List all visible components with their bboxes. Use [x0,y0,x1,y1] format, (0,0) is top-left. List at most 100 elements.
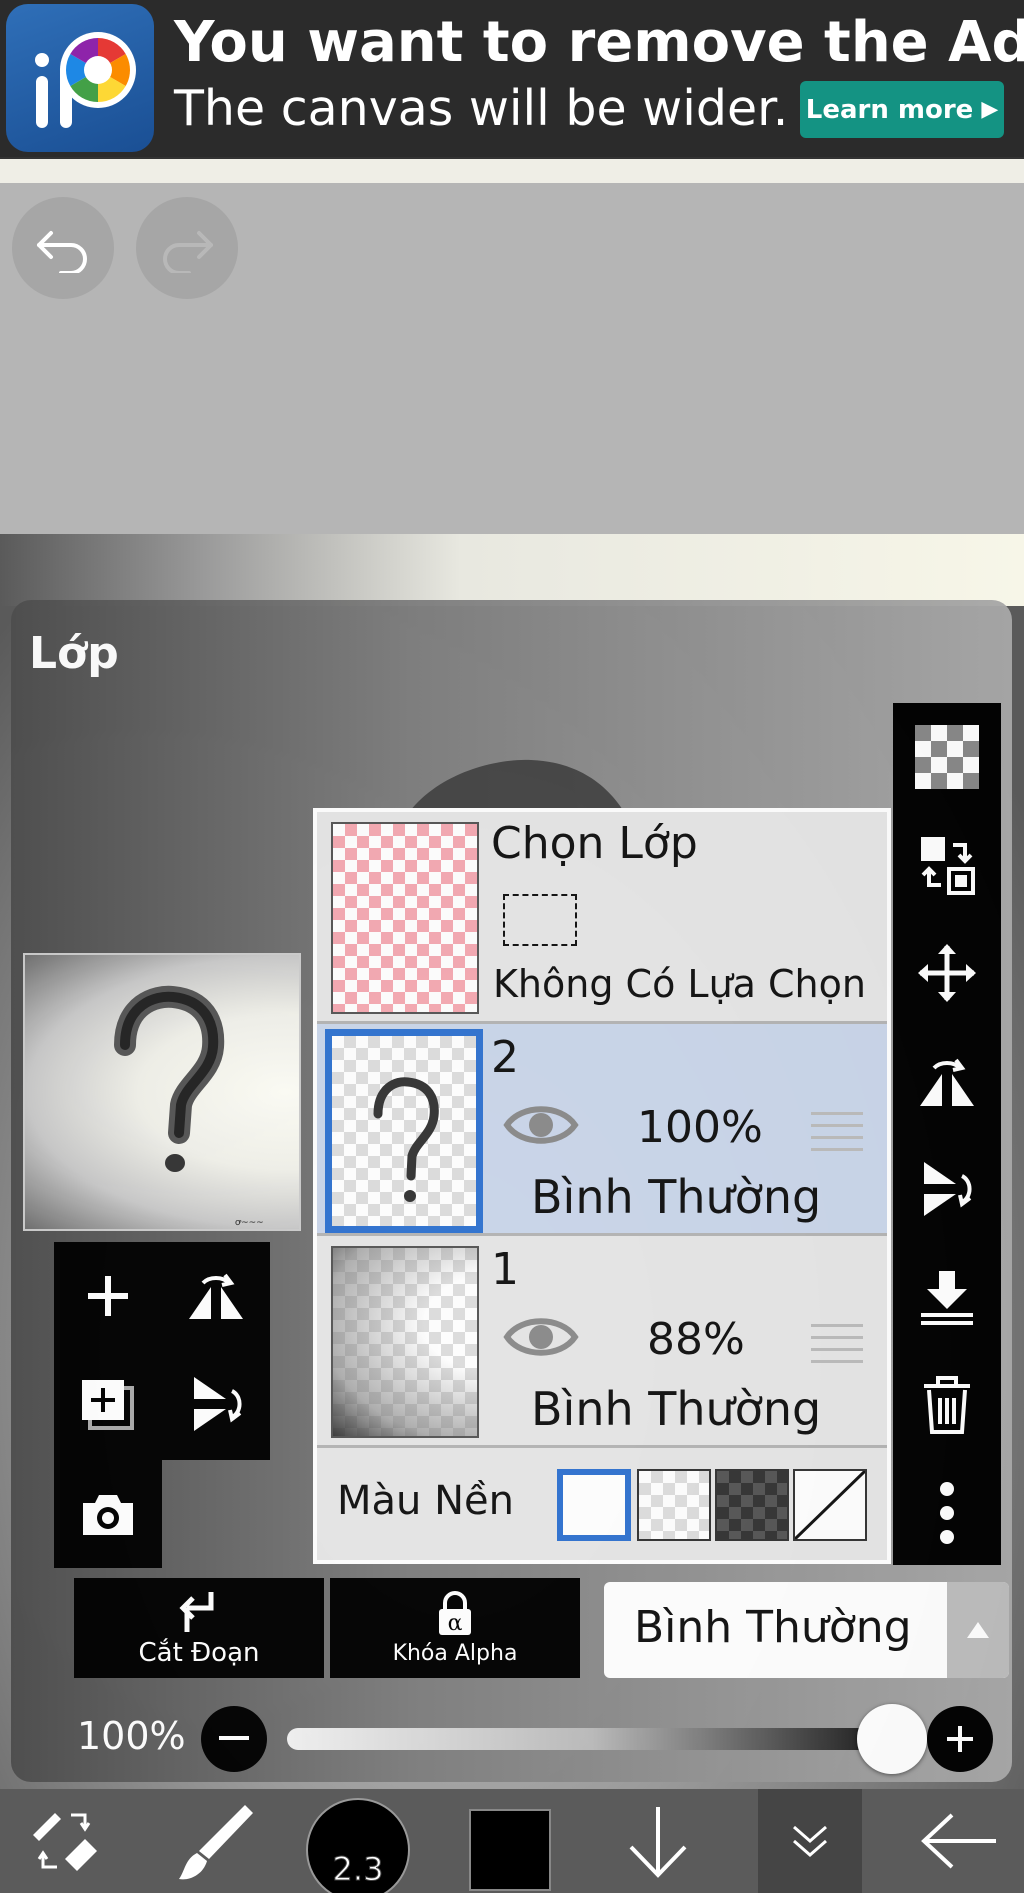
layer-2-name: 2 [491,1032,519,1083]
background-none-option[interactable] [793,1469,867,1541]
selection-thumbnail [331,822,479,1014]
opacity-decrease-button[interactable] [201,1706,267,1772]
layer-2-visibility-toggle[interactable] [503,1100,579,1154]
canvas-preview[interactable]: ꝍ~~~ [23,953,301,1231]
layer-row-2[interactable]: 2 100% Bình Thường [317,1024,887,1236]
move-button[interactable] [893,919,1001,1027]
selection-layer-title: Chọn Lớp [491,818,698,869]
background-dark-option[interactable] [715,1469,789,1541]
swap-layer-button[interactable] [893,811,1001,919]
layer-1-name: 1 [491,1244,519,1295]
trash-icon [924,1376,970,1434]
layer-2-thumbnail [325,1029,483,1233]
layer-2-opacity: 100% [637,1102,763,1153]
ad-title: You want to remove the Ad? [174,10,1024,75]
transparency-button[interactable] [893,703,1001,811]
flip-vertical-icon [924,1162,972,1216]
camera-icon [83,1495,133,1535]
opacity-slider-thumb[interactable] [857,1704,927,1774]
drag-handle-icon [811,1112,863,1151]
learn-more-label: Learn more [805,94,974,125]
more-options-button[interactable] [893,1459,1001,1567]
swap-icon [921,837,975,895]
pen-eraser-swap-icon [33,1813,97,1871]
blend-mode-select[interactable]: Bình Thường [604,1582,1009,1678]
question-mark-drawing: ꝍ~~~ [114,985,264,1228]
background-white-option[interactable] [557,1469,631,1541]
back-button[interactable] [900,1789,1020,1893]
layer-panel: Lớp ꝍ~~~ Chọn Lớp Không Có Lựa Chọn 2 10… [11,600,1012,1782]
checkerboard-icon [915,725,979,789]
plus-icon [947,1726,973,1752]
flip-canvas-vertical-button[interactable] [893,1135,1001,1243]
redo-icon [163,231,213,273]
clipping-arrow-icon [179,1592,214,1632]
merge-down-button[interactable] [893,1243,1001,1351]
undo-icon [37,231,87,273]
brush-size-value: 2.3 [332,1850,384,1889]
eye-icon [503,1318,579,1356]
layer-1-visibility-toggle[interactable] [503,1312,579,1366]
flip-vertical-button[interactable] [162,1350,270,1458]
background-color-row: Màu Nền [317,1448,887,1560]
double-chevron-down-icon [793,1825,827,1857]
layer-1-thumbnail [331,1246,479,1438]
panel-title: Lớp [29,628,119,679]
layer-row-1[interactable]: 1 88% Bình Thường [317,1236,887,1448]
ad-banner[interactable]: You want to remove the Ad? The canvas wi… [0,0,1024,157]
duplicate-layer-icon [82,1380,134,1430]
brush-tool-button[interactable] [160,1789,270,1893]
undo-button[interactable] [12,197,114,299]
layer-down-button[interactable] [608,1789,708,1893]
opacity-slider-track[interactable] [287,1728,897,1750]
triangle-up-icon [967,1622,989,1638]
redo-button[interactable] [136,197,238,299]
blend-mode-dropdown-arrow[interactable] [947,1582,1009,1678]
brush-icon [179,1805,253,1880]
drag-handle-icon [811,1324,863,1363]
add-layer-button[interactable] [54,1242,162,1350]
no-background-slash-icon [793,1469,867,1541]
color-picker-button[interactable] [460,1789,560,1893]
alpha-lock-button[interactable]: α Khóa Alpha [330,1578,580,1678]
duplicate-layer-button[interactable] [54,1350,162,1458]
arrow-left-icon [921,1813,996,1869]
delete-layer-button[interactable] [893,1351,1001,1459]
collapse-panel-button[interactable] [758,1789,862,1893]
layer-2-drag-handle[interactable] [811,1108,863,1156]
import-photo-button[interactable] [54,1460,162,1568]
background-transparent-option[interactable] [637,1469,711,1541]
eye-icon [503,1106,579,1144]
canvas-edge [0,534,1024,606]
flip-horizontal-button[interactable] [162,1242,270,1350]
svg-text:α: α [448,1611,463,1636]
opacity-increase-button[interactable] [927,1706,993,1772]
alpha-lock-label: Khóa Alpha [392,1640,518,1666]
opacity-value: 100% [77,1714,186,1758]
selection-marquee-icon [503,894,577,946]
flip-vertical-icon [194,1377,242,1431]
play-arrow-icon: ▶ [981,97,999,122]
brush-size-circle: 2.3 [306,1798,410,1893]
flip-horizontal-icon [920,1058,974,1106]
selection-layer-row[interactable]: Chọn Lớp Không Có Lựa Chọn [317,812,887,1024]
merge-down-icon [921,1271,973,1325]
flip-horizontal-icon [189,1273,243,1319]
flip-canvas-horizontal-button[interactable] [893,1027,1001,1135]
brush-size-button[interactable]: 2.3 [300,1789,416,1893]
question-mark-drawing [373,1077,439,1202]
clipping-label: Cắt Đoạn [138,1638,260,1668]
clipping-button[interactable]: Cắt Đoạn [74,1578,324,1678]
move-arrows-icon [918,944,976,1002]
ad-divider [0,157,1024,183]
alpha-lock-icon: α [439,1590,471,1636]
learn-more-button[interactable]: Learn more ▶ [800,81,1004,138]
layer-1-opacity: 88% [647,1314,745,1365]
tool-switch-button[interactable] [10,1789,120,1893]
arrow-down-icon [629,1807,687,1878]
background-color-label: Màu Nền [337,1478,514,1524]
blend-mode-value: Bình Thường [634,1602,912,1653]
layer-list: Chọn Lớp Không Có Lựa Chọn 2 100% Bình T… [313,808,891,1564]
layer-1-drag-handle[interactable] [811,1320,863,1368]
selection-status: Không Có Lựa Chọn [493,962,866,1006]
